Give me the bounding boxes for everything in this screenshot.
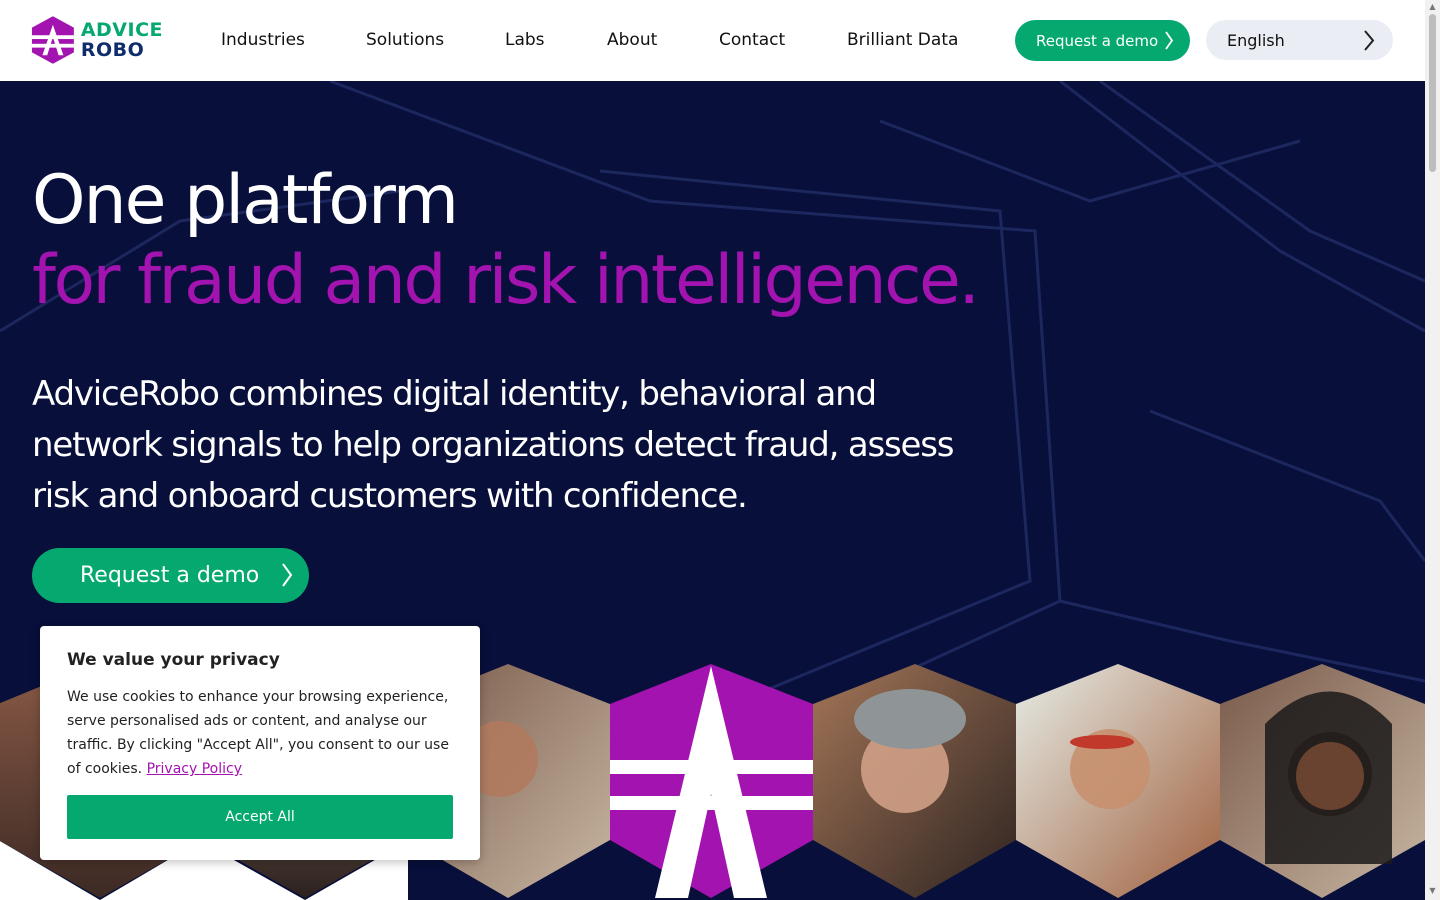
chevron-right-icon	[282, 563, 293, 587]
nav-solutions[interactable]: Solutions	[366, 30, 444, 50]
page-scrollbar[interactable]: ▲ ▼	[1425, 0, 1440, 900]
nav-labs[interactable]: Labs	[505, 30, 545, 50]
header-request-demo-label: Request a demo	[1036, 31, 1159, 50]
logo-icon	[31, 16, 74, 64]
scrollbar-thumb[interactable]	[1429, 14, 1436, 172]
cookie-consent-banner: We value your privacy We use cookies to …	[40, 626, 480, 860]
accept-all-button[interactable]: Accept All	[67, 795, 453, 839]
hero-subtitle: AdviceRobo combines digital identity, be…	[32, 374, 954, 516]
hero-request-demo-label: Request a demo	[80, 563, 260, 588]
nav-industries[interactable]: Industries	[221, 30, 305, 50]
language-selector[interactable]: English	[1206, 20, 1393, 60]
hex-brand-logo	[610, 664, 813, 898]
nav-contact[interactable]: Contact	[719, 30, 785, 50]
nav-about[interactable]: About	[607, 30, 657, 50]
header-request-demo-button[interactable]: Request a demo	[1015, 20, 1190, 61]
nav-brilliant-data[interactable]: Brilliant Data	[847, 30, 958, 50]
site-header: ADVICE ROBO Industries Solutions Labs Ab…	[0, 0, 1425, 81]
logo-wordmark: ADVICE ROBO	[81, 20, 163, 60]
hero-request-demo-button[interactable]: Request a demo	[32, 548, 309, 603]
cookie-title: We value your privacy	[67, 650, 280, 670]
logo-line-2: ROBO	[80, 39, 145, 61]
chevron-right-icon	[1165, 31, 1174, 50]
cookie-body: We use cookies to enhance your browsing …	[67, 685, 453, 781]
language-selector-value: English	[1227, 30, 1285, 50]
hero-title-line-1: One platform	[32, 161, 459, 240]
hero-title-line-2: for fraud and risk intelligence.	[32, 241, 980, 320]
scroll-up-icon[interactable]: ▲	[1428, 2, 1437, 11]
logo-line-1: ADVICE	[80, 19, 163, 41]
scroll-down-icon[interactable]: ▼	[1428, 886, 1437, 895]
chevron-right-icon	[1364, 30, 1375, 51]
privacy-policy-link[interactable]: Privacy Policy	[147, 761, 242, 777]
logo[interactable]: ADVICE ROBO	[31, 15, 163, 65]
cookie-body-text: We use cookies to enhance your browsing …	[67, 689, 449, 777]
